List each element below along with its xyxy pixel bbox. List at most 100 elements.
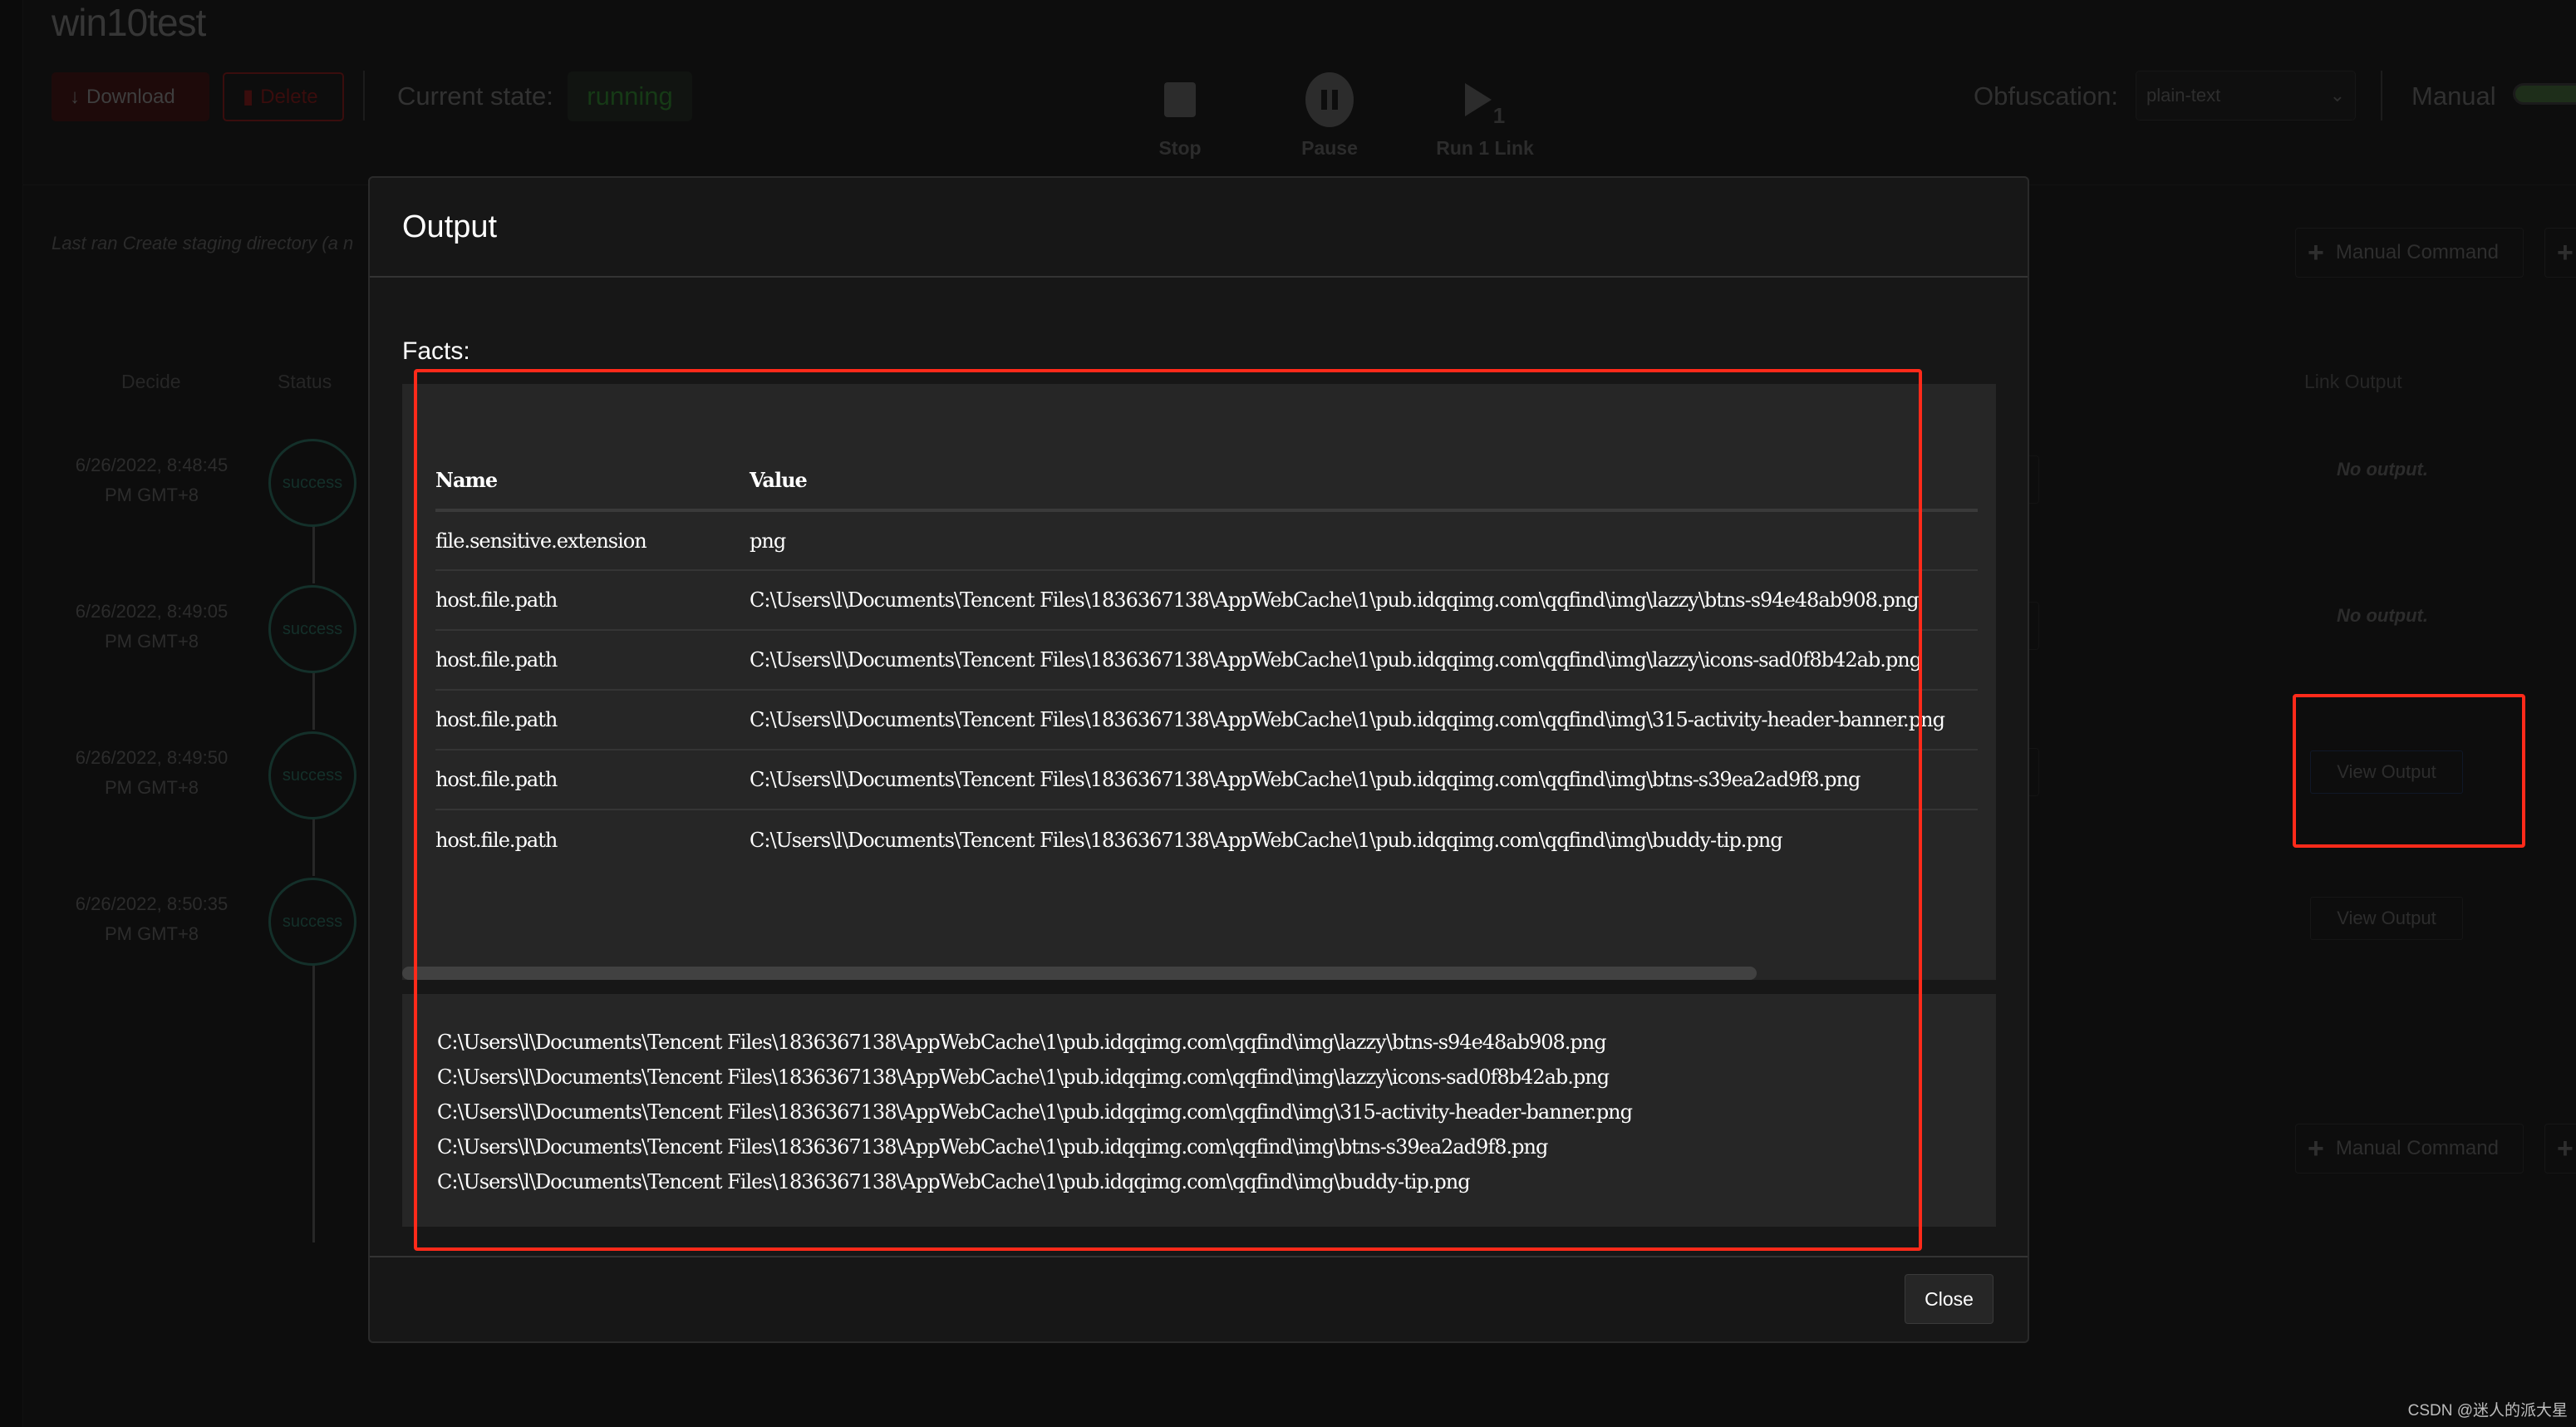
obfuscation-value: plain-text xyxy=(2146,85,2221,106)
fact-value: C:\Users\l\Documents\Tencent Files\18363… xyxy=(750,750,1978,810)
stop-button[interactable]: Stop xyxy=(1147,71,1213,160)
raw-output-line: C:\Users\l\Documents\Tencent Files\18363… xyxy=(437,1100,1633,1124)
link-row: 6/26/2022, 8:49:50 PM GMT+8 success xyxy=(0,731,366,823)
sidebar-edge xyxy=(0,0,23,1427)
status-success-badge[interactable]: success xyxy=(268,585,356,673)
timeline-connector xyxy=(312,525,315,583)
manual-command-label: Manual Command xyxy=(2335,1137,2499,1159)
toolbar-divider-2 xyxy=(2381,71,2382,121)
delete-button[interactable]: ▮ Delete xyxy=(223,72,344,121)
horizontal-scrollbar[interactable] xyxy=(402,967,1996,980)
scrollbar-thumb[interactable] xyxy=(402,967,1757,980)
watermark: CSDN @迷人的派大星 xyxy=(2407,1402,2568,1420)
column-header-link-output: Link Output xyxy=(2304,371,2402,392)
row-card-edge xyxy=(2028,748,2039,796)
manual-command-button-bottom[interactable]: + Manual Command xyxy=(2295,1124,2524,1174)
arrow-down-icon: ↓ xyxy=(70,85,80,108)
state-badge: running xyxy=(568,71,692,121)
fact-name: host.file.path xyxy=(435,630,750,691)
raw-output-line: C:\Users\l\Documents\Tencent Files\18363… xyxy=(437,1170,1471,1193)
timeline-connector xyxy=(312,818,315,876)
pause-icon xyxy=(1305,72,1354,127)
column-header-decide: Decide xyxy=(121,371,181,392)
row-card-edge xyxy=(2028,455,2039,504)
delete-label: Delete xyxy=(260,85,318,108)
modal-body: Facts: Name Value file.sensitive.extensi… xyxy=(370,279,2028,1256)
table-row: host.file.path C:\Users\l\Documents\Tenc… xyxy=(435,570,1978,631)
fact-value: png xyxy=(750,510,1978,571)
table-row: host.file.path C:\Users\l\Documents\Tenc… xyxy=(435,750,1978,810)
stop-icon xyxy=(1164,82,1196,117)
plus-icon: + xyxy=(2308,1132,2324,1164)
link-row: 6/26/2022, 8:50:35 PM GMT+8 success xyxy=(0,878,366,969)
fact-name: host.file.path xyxy=(435,828,558,852)
modal-title: Output xyxy=(402,209,498,244)
add-button[interactable]: + xyxy=(2544,228,2576,278)
run-one-link-button[interactable]: 1 Run 1 Link xyxy=(1431,71,1539,160)
plus-icon: + xyxy=(2557,236,2574,268)
status-success-badge[interactable]: success xyxy=(268,878,356,966)
link-date: 6/26/2022, 8:48:45 PM GMT+8 xyxy=(75,455,229,505)
timeline-connector xyxy=(312,672,315,730)
raw-output-line: C:\Users\l\Documents\Tencent Files\18363… xyxy=(437,1065,1610,1089)
link-date: 6/26/2022, 8:50:35 PM GMT+8 xyxy=(75,893,229,944)
view-output-button[interactable]: View Output xyxy=(2310,897,2463,940)
download-label: Download xyxy=(86,85,175,108)
play-icon xyxy=(1464,83,1492,116)
column-header-value: Value xyxy=(750,450,1978,512)
toolbar-divider xyxy=(363,71,365,121)
timeline-connector xyxy=(312,964,315,1242)
operation-title: win10test xyxy=(52,1,206,44)
add-button-bottom[interactable]: + xyxy=(2544,1124,2576,1174)
modal-footer: Close xyxy=(370,1256,2028,1341)
view-output-button[interactable]: View Output xyxy=(2310,750,2463,794)
raw-output-line: C:\Users\l\Documents\Tencent Files\18363… xyxy=(437,1135,1548,1159)
raw-output-panel: C:\Users\l\Documents\Tencent Files\18363… xyxy=(402,994,1996,1227)
raw-output-line: C:\Users\l\Documents\Tencent Files\18363… xyxy=(437,1031,1607,1054)
pause-button[interactable]: Pause xyxy=(1296,71,1363,160)
column-header-status: Status xyxy=(278,371,332,392)
status-success-badge[interactable]: success xyxy=(268,439,356,527)
fact-value: C:\Users\l\Documents\Tencent Files\18363… xyxy=(750,630,1978,691)
chevron-down-icon: ⌄ xyxy=(2329,85,2345,106)
modal-header: Output xyxy=(370,178,2028,278)
status-success-badge[interactable]: success xyxy=(268,731,356,819)
manual-toggle[interactable] xyxy=(2513,83,2576,105)
plus-icon: + xyxy=(2308,236,2324,268)
link-date: 6/26/2022, 8:49:05 PM GMT+8 xyxy=(75,601,229,652)
facts-table: Name Value file.sensitive.extension png … xyxy=(435,450,1978,869)
manual-label: Manual xyxy=(2411,81,2496,111)
manual-command-button[interactable]: + Manual Command xyxy=(2295,228,2524,278)
run-one-label: Run 1 Link xyxy=(1436,137,1534,159)
column-header-name: Name xyxy=(435,450,750,512)
manual-command-label: Manual Command xyxy=(2335,241,2499,263)
row-card-edge xyxy=(2028,602,2039,650)
table-header-row: Name Value xyxy=(435,450,1978,512)
current-state-label: Current state: xyxy=(397,81,553,111)
output-modal: Output Facts: Name Value file.sensitive.… xyxy=(368,176,2029,1343)
fact-name: host.file.path xyxy=(435,570,750,631)
plus-icon: + xyxy=(2557,1132,2574,1164)
obfuscation-label: Obfuscation: xyxy=(1974,81,2119,111)
fact-value: C:\Users\l\Documents\Tencent Files\18363… xyxy=(750,570,1978,631)
fact-name: host.file.path xyxy=(435,690,750,750)
download-button[interactable]: ↓ Download xyxy=(52,72,209,121)
obfuscation-select[interactable]: plain-text ⌄ xyxy=(2136,71,2356,121)
fact-value: C:\Users\l\Documents\Tencent Files\18363… xyxy=(750,690,1978,750)
trash-icon: ▮ xyxy=(243,86,254,108)
link-date: 6/26/2022, 8:49:50 PM GMT+8 xyxy=(75,747,229,798)
run-count: 1 xyxy=(1492,103,1506,128)
table-row: file.sensitive.extension png xyxy=(435,510,1978,571)
stop-label: Stop xyxy=(1158,137,1202,159)
link-row: 6/26/2022, 8:49:05 PM GMT+8 success xyxy=(0,585,366,677)
facts-table-container[interactable]: Name Value file.sensitive.extension png … xyxy=(402,384,1996,980)
table-row: host.file.path C:\Users\l\Documents\Tenc… xyxy=(435,630,1978,691)
pause-label: Pause xyxy=(1301,137,1358,159)
no-output-text: No output. xyxy=(2337,459,2428,480)
table-row: host.file.path C:\Users\l\Documents\Tenc… xyxy=(435,809,1978,869)
fact-name: file.sensitive.extension xyxy=(435,510,750,571)
facts-label: Facts: xyxy=(402,337,470,365)
table-row: host.file.path C:\Users\l\Documents\Tenc… xyxy=(435,690,1978,750)
close-button[interactable]: Close xyxy=(1905,1274,1993,1324)
link-row: 6/26/2022, 8:48:45 PM GMT+8 success xyxy=(0,439,366,530)
